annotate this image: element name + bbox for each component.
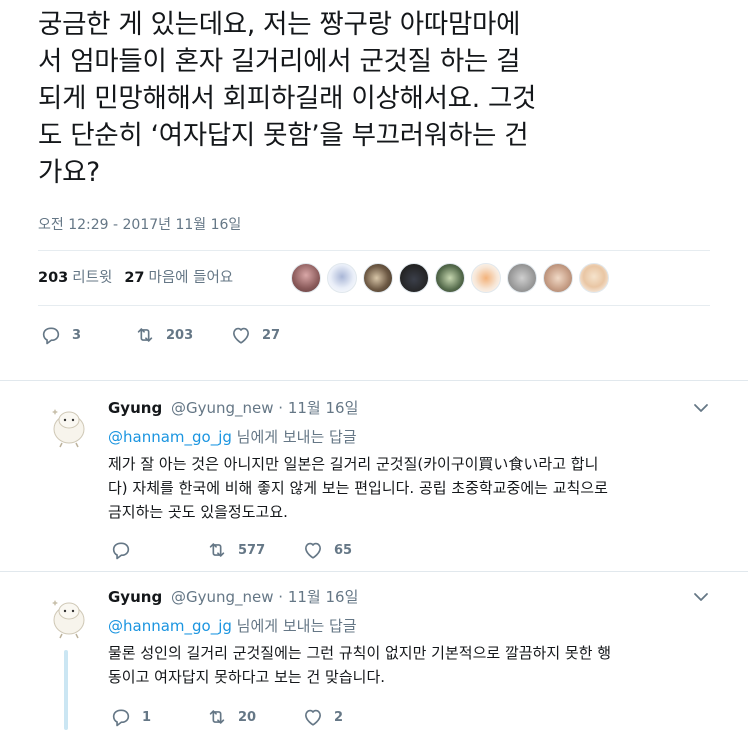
- bird-avatar-icon: [52, 409, 85, 448]
- like-icon: [305, 542, 321, 559]
- reply-button[interactable]: 1: [110, 706, 206, 728]
- reply-button[interactable]: [110, 539, 206, 561]
- reply-count: 1: [142, 709, 152, 725]
- tweet-actions: 3 203 27: [40, 324, 280, 346]
- tweet-text: 궁금한 게 있는데요, 저는 짱구랑 아따맘마에 서 엄마들이 혼자 길거리에서…: [38, 6, 718, 191]
- like-count: 27: [262, 327, 281, 343]
- tweet-text-line: 궁금한 게 있는데요, 저는 짱구랑 아따맘마에: [38, 9, 521, 40]
- reply-context-label: 님에게 보내는 답글: [231, 428, 357, 446]
- tweet-timestamp[interactable]: 오전 12:29 - 2017년 11월 16일: [38, 214, 241, 234]
- retweet-icon: [209, 710, 225, 724]
- reply-actions: 1 20 2: [110, 706, 343, 728]
- reply-text-line: 동이고 여자답지 못하다고 보는 건 맞습니다.: [108, 668, 386, 686]
- like-stat[interactable]: 27 마음에 들어요: [124, 266, 233, 287]
- tweet-date[interactable]: · 11월 16일: [278, 588, 358, 606]
- reply-context: @hannam_go_jg 님에게 보내는 답글: [108, 615, 357, 636]
- divider: [38, 250, 710, 251]
- reply-text: 제가 잘 아는 것은 아니지만 일본은 길거리 군것질(카이구이買い食い라고 합…: [108, 452, 708, 524]
- reply-icon: [42, 327, 60, 345]
- avatar[interactable]: [291, 263, 321, 293]
- thread-line: [64, 650, 68, 730]
- reply-context-label: 님에게 보내는 답글: [231, 617, 357, 635]
- user-handle[interactable]: @Gyung_new: [171, 399, 274, 417]
- tweet-text-line: 서 엄마들이 혼자 길거리에서 군것질 하는 걸: [38, 46, 521, 77]
- reply-header: Gyung @Gyung_new · 11월 16일: [108, 586, 358, 607]
- retweet-count: 20: [238, 709, 257, 725]
- reply-count: 3: [72, 327, 82, 343]
- chevron-down-icon[interactable]: [692, 588, 710, 606]
- avatar[interactable]: [579, 263, 609, 293]
- avatar[interactable]: [363, 263, 393, 293]
- bird-avatar-icon: [52, 600, 85, 639]
- reply-text-line: 금지하는 곳도 있을정도고요.: [108, 503, 288, 521]
- tweet-date[interactable]: · 11월 16일: [278, 399, 358, 417]
- tweet-text-line: 가요?: [38, 157, 100, 188]
- retweet-stat[interactable]: 203 리트윗: [38, 266, 112, 287]
- like-button[interactable]: 27: [230, 324, 280, 346]
- main-tweet: 궁금한 게 있는데요, 저는 짱구랑 아따맘마에 서 엄마들이 혼자 길거리에서…: [0, 0, 748, 380]
- retweet-icon: [137, 328, 153, 342]
- avatar[interactable]: [327, 263, 357, 293]
- display-name[interactable]: Gyung: [108, 399, 162, 417]
- tweet-stats: 203 리트윗 27 마음에 들어요: [38, 266, 233, 287]
- retweet-button[interactable]: 20: [206, 706, 302, 728]
- liker-avatars: [291, 263, 609, 293]
- reply-actions: 577 65: [110, 539, 352, 561]
- reply-button[interactable]: 3: [40, 324, 134, 346]
- avatar[interactable]: [543, 263, 573, 293]
- like-icon: [233, 327, 249, 344]
- divider: [38, 305, 710, 306]
- reply-icon: [112, 542, 130, 560]
- reply-text-line: 물론 성인의 길거리 군것질에는 그런 규칙이 없지만 기본적으로 깔끔하지 못…: [108, 644, 612, 662]
- avatar[interactable]: [399, 263, 429, 293]
- retweet-button[interactable]: 203: [134, 324, 230, 346]
- like-button[interactable]: 65: [302, 539, 352, 561]
- reply-header: Gyung @Gyung_new · 11월 16일: [108, 397, 358, 418]
- display-name[interactable]: Gyung: [108, 588, 162, 606]
- avatar[interactable]: [507, 263, 537, 293]
- reply-text: 물론 성인의 길거리 군것질에는 그런 규칙이 없지만 기본적으로 깔끔하지 못…: [108, 641, 708, 689]
- retweet-count: 203: [166, 327, 194, 343]
- mention-link[interactable]: @hannam_go_jg: [108, 428, 232, 446]
- avatar[interactable]: [44, 401, 94, 451]
- tweet-text-line: 되게 민망해해서 회피하길래 이상해서요. 그것: [38, 83, 537, 114]
- reply-tweet[interactable]: Gyung @Gyung_new · 11월 16일 @hannam_go_jg…: [0, 381, 748, 571]
- like-count: 65: [334, 542, 353, 558]
- mention-link[interactable]: @hannam_go_jg: [108, 617, 232, 635]
- tweet-text-line: 도 단순히 ‘여자답지 못함’을 부끄러워하는 건: [38, 120, 529, 151]
- retweet-count: 577: [238, 542, 266, 558]
- reply-text-line: 다) 자체를 한국에 비해 좋지 않게 보는 편입니다. 공립 초중학교중에는 …: [108, 479, 608, 497]
- reply-icon: [112, 709, 130, 727]
- reply-text-line: 제가 잘 아는 것은 아니지만 일본은 길거리 군것질(카이구이買い食い라고 합…: [108, 455, 599, 473]
- user-handle[interactable]: @Gyung_new: [171, 588, 274, 606]
- like-icon: [305, 709, 321, 726]
- like-count: 2: [334, 709, 344, 725]
- avatar[interactable]: [471, 263, 501, 293]
- avatar[interactable]: [44, 592, 94, 642]
- reply-context: @hannam_go_jg 님에게 보내는 답글: [108, 426, 357, 447]
- like-button[interactable]: 2: [302, 706, 343, 728]
- retweet-button[interactable]: 577: [206, 539, 302, 561]
- reply-tweet[interactable]: Gyung @Gyung_new · 11월 16일 @hannam_go_jg…: [0, 572, 748, 734]
- chevron-down-icon[interactable]: [692, 399, 710, 417]
- avatar[interactable]: [435, 263, 465, 293]
- retweet-icon: [209, 543, 225, 557]
